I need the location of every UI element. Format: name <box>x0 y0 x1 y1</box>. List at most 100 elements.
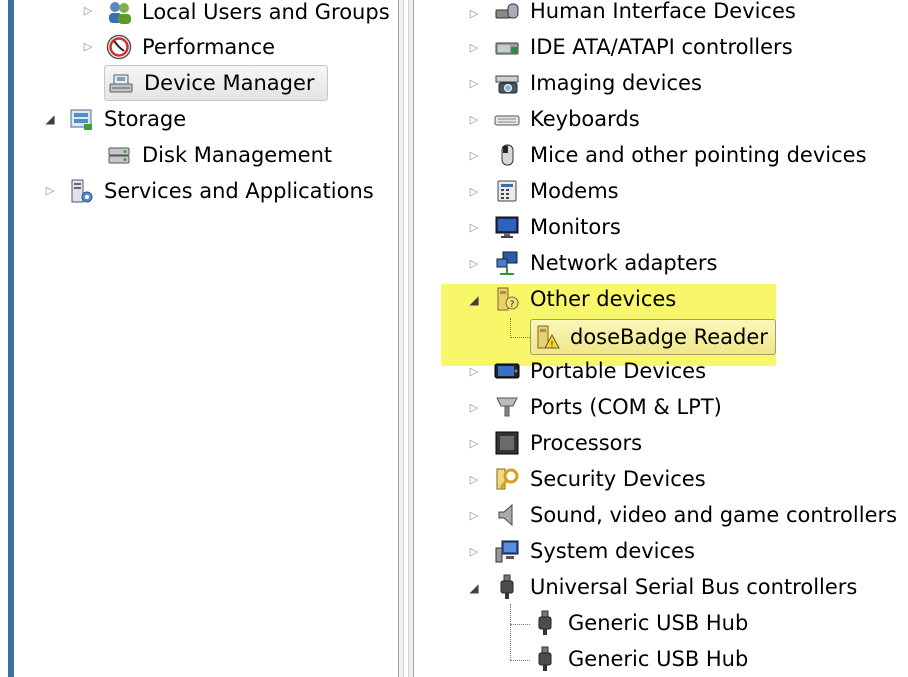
tree-item-ports-com-lpt[interactable]: Ports (COM & LPT) <box>494 390 726 424</box>
tree-item-security-devices[interactable]: Security Devices <box>494 462 710 496</box>
modem-icon <box>494 178 520 204</box>
tree-item-label: Network adapters <box>530 251 718 275</box>
tree-item-monitors[interactable]: Monitors <box>494 210 625 244</box>
tree-item-usb-controllers[interactable]: Universal Serial Bus controllers <box>494 570 861 604</box>
expander-imaging[interactable]: ▷ <box>468 78 480 90</box>
tree-item-label: Imaging devices <box>530 71 702 95</box>
tree-item-label: Monitors <box>530 215 621 239</box>
processor-icon <box>494 430 520 456</box>
expander-services[interactable]: ▷ <box>44 185 56 197</box>
svg-text:?: ? <box>510 300 515 310</box>
device-manager-icon <box>108 70 134 96</box>
monitor-icon <box>494 214 520 240</box>
expander-sound[interactable]: ▷ <box>468 510 480 522</box>
tree-item-label: Local Users and Groups <box>142 0 390 24</box>
tree-item-sound-video-game-controllers[interactable]: Sound, video and game controllers <box>494 498 901 532</box>
users-icon <box>106 0 132 25</box>
expander-local-users[interactable]: ▷ <box>82 5 94 17</box>
ide-controller-icon <box>494 34 520 60</box>
tree-item-disk-management[interactable]: Disk Management <box>106 138 336 172</box>
expander-hid[interactable]: ▷ <box>468 8 480 20</box>
svg-text:!: ! <box>550 340 553 349</box>
tree-item-other-devices[interactable]: ? Other devices <box>494 282 680 316</box>
usb-icon <box>494 574 520 600</box>
expander-ide[interactable]: ▷ <box>468 42 480 54</box>
security-key-icon <box>494 466 520 492</box>
tree-item-label: Other devices <box>530 287 677 311</box>
usb-icon <box>532 646 558 672</box>
tree-item-label: Ports (COM & LPT) <box>530 395 722 419</box>
pane-splitter[interactable] <box>398 0 414 677</box>
tree-item-generic-usb-hub[interactable]: Generic USB Hub <box>532 642 752 676</box>
expander-modems[interactable]: ▷ <box>468 186 480 198</box>
tree-item-label: Disk Management <box>142 143 333 167</box>
tree-item-label: doseBadge Reader <box>570 325 768 349</box>
portable-device-icon <box>494 358 520 384</box>
usb-icon <box>532 610 558 636</box>
tree-item-label: Generic USB Hub <box>568 647 749 671</box>
expander-keyboards[interactable]: ▷ <box>468 114 480 126</box>
services-icon <box>68 178 94 204</box>
expander-security[interactable]: ▷ <box>468 474 480 486</box>
console-tree: ▷ Local Users and Groups ▷ Performance D… <box>0 0 398 677</box>
expander-monitors[interactable]: ▷ <box>468 222 480 234</box>
tree-item-storage[interactable]: Storage <box>68 102 190 136</box>
tree-item-ide-ata-atapi-controllers[interactable]: IDE ATA/ATAPI controllers <box>494 30 797 64</box>
tree-item-label: Universal Serial Bus controllers <box>530 575 858 599</box>
device-tree: ▷ Human Interface Devices ▷ IDE ATA/ATAP… <box>414 0 908 677</box>
tree-item-label: Security Devices <box>530 467 706 491</box>
tree-item-processors[interactable]: Processors <box>494 426 646 460</box>
tree-line-other-devices <box>510 318 511 338</box>
disk-management-icon <box>106 142 132 168</box>
tree-item-network-adapters[interactable]: Network adapters <box>494 246 721 280</box>
expander-processors[interactable]: ▷ <box>468 438 480 450</box>
mouse-icon <box>494 142 520 168</box>
tree-item-human-interface-devices[interactable]: Human Interface Devices <box>494 0 800 28</box>
tree-item-label: Processors <box>530 431 643 455</box>
tree-item-keyboards[interactable]: Keyboards <box>494 102 644 136</box>
warning-device-icon: ! <box>534 324 560 350</box>
expander-usb[interactable]: ◢ <box>468 582 480 594</box>
tree-item-label: Sound, video and game controllers <box>530 503 898 527</box>
tree-item-imaging-devices[interactable]: Imaging devices <box>494 66 706 100</box>
tree-item-label: Device Manager <box>144 71 315 95</box>
tree-item-label: Services and Applications <box>104 179 374 203</box>
tree-item-label: Generic USB Hub <box>568 611 749 635</box>
tree-item-modems[interactable]: Modems <box>494 174 623 208</box>
tree-item-label: Portable Devices <box>530 359 707 383</box>
expander-storage[interactable]: ◢ <box>44 113 56 125</box>
tree-item-device-manager[interactable]: Device Manager <box>104 65 328 101</box>
tree-item-dosebadge-reader[interactable]: ! doseBadge Reader <box>530 319 776 355</box>
tree-item-mice-pointing-devices[interactable]: Mice and other pointing devices <box>494 138 871 172</box>
imaging-device-icon <box>494 70 520 96</box>
expander-system[interactable]: ▷ <box>468 546 480 558</box>
tree-item-label: Storage <box>104 107 187 131</box>
tree-item-label: Human Interface Devices <box>530 0 796 23</box>
keyboard-icon <box>494 106 520 132</box>
expander-other-devices[interactable]: ◢ <box>468 294 480 306</box>
tree-line-usb-hub-2 <box>510 660 530 661</box>
expander-performance[interactable]: ▷ <box>82 41 94 53</box>
tree-item-performance[interactable]: Performance <box>106 30 279 64</box>
expander-portable[interactable]: ▷ <box>468 366 480 378</box>
tree-item-local-users-groups[interactable]: Local Users and Groups <box>106 0 394 29</box>
system-device-icon <box>494 538 520 564</box>
tree-item-services-applications[interactable]: Services and Applications <box>68 174 378 208</box>
tree-item-system-devices[interactable]: System devices <box>494 534 699 568</box>
tree-line-usb <box>510 604 511 660</box>
tree-item-generic-usb-hub[interactable]: Generic USB Hub <box>532 606 752 640</box>
hid-icon <box>494 0 520 24</box>
performance-gauge-icon <box>106 34 132 60</box>
expander-mice[interactable]: ▷ <box>468 150 480 162</box>
tree-item-label: IDE ATA/ATAPI controllers <box>530 35 793 59</box>
speaker-icon <box>494 502 520 528</box>
port-icon <box>494 394 520 420</box>
tree-item-label: Keyboards <box>530 107 640 131</box>
network-adapter-icon <box>494 250 520 276</box>
storage-icon <box>68 106 94 132</box>
tree-line-dosebadge <box>510 337 530 338</box>
expander-network[interactable]: ▷ <box>468 258 480 270</box>
expander-ports[interactable]: ▷ <box>468 402 480 414</box>
tree-item-portable-devices[interactable]: Portable Devices <box>494 354 710 388</box>
tree-line-usb-hub-1 <box>510 624 530 625</box>
